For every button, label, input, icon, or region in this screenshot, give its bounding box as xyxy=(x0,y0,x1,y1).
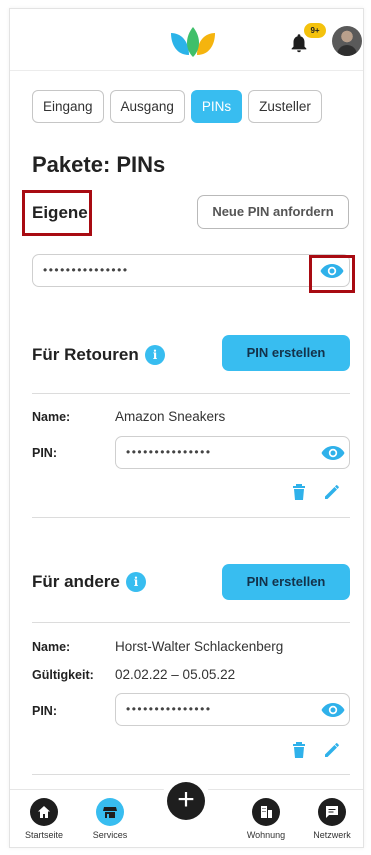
app-screen: 9+ Eingang Ausgang PINs Zusteller Pakete… xyxy=(9,8,364,848)
eigene-section-label: Eigene xyxy=(32,203,88,222)
others-pin-field[interactable]: ••••••••••••••• xyxy=(115,693,350,726)
nav-label-netzwerk: Netzwerk xyxy=(313,830,351,840)
returns-pin-label: PIN: xyxy=(32,446,57,460)
others-divider xyxy=(32,622,350,623)
app-header: 9+ xyxy=(10,9,363,71)
returns-pin-field[interactable]: ••••••••••••••• xyxy=(115,436,350,469)
others-info-icon[interactable]: i xyxy=(126,572,146,592)
own-pin-field[interactable]: ••••••••••••••• xyxy=(32,254,350,287)
returns-name-value: Amazon Sneakers xyxy=(115,409,226,424)
building-icon xyxy=(252,798,280,826)
add-button[interactable]: + xyxy=(167,782,205,820)
tab-eingang[interactable]: Eingang xyxy=(32,90,104,123)
returns-pin-value: ••••••••••••••• xyxy=(126,445,212,459)
returns-section-label: Für Retouren xyxy=(32,345,139,364)
others-create-pin-button[interactable]: PIN erstellen xyxy=(222,564,350,600)
app-logo xyxy=(171,27,215,57)
returns-show-pin-eye-icon[interactable] xyxy=(321,445,345,461)
returns-entry-divider xyxy=(32,517,350,518)
nav-label-wohnung: Wohnung xyxy=(246,830,286,840)
others-validity-label: Gültigkeit: xyxy=(32,668,94,682)
returns-divider xyxy=(32,393,350,394)
returns-delete-icon[interactable] xyxy=(290,483,308,501)
nav-label-services: Services xyxy=(92,830,128,840)
others-validity-value: 02.02.22 – 05.05.22 xyxy=(115,667,236,682)
chat-icon xyxy=(318,798,346,826)
tab-ausgang[interactable]: Ausgang xyxy=(109,90,185,123)
nav-startseite[interactable]: Startseite xyxy=(12,790,76,840)
others-section-label: Für andere xyxy=(32,572,120,591)
eye-highlight-box xyxy=(309,255,355,293)
fab-container: + xyxy=(161,776,211,826)
others-delete-icon[interactable] xyxy=(290,741,308,759)
user-avatar[interactable] xyxy=(332,26,362,56)
others-pin-value: ••••••••••••••• xyxy=(126,702,212,716)
returns-info-icon[interactable]: i xyxy=(145,345,165,365)
own-pin-value: ••••••••••••••• xyxy=(43,263,129,277)
nav-netzwerk[interactable]: Netzwerk xyxy=(300,790,363,840)
tab-bar: Eingang Ausgang PINs Zusteller xyxy=(32,90,322,123)
tab-pins[interactable]: PINs xyxy=(190,90,243,123)
nav-wohnung[interactable]: Wohnung xyxy=(234,790,298,840)
request-new-pin-button[interactable]: Neue PIN anfordern xyxy=(197,195,349,229)
notification-badge: 9+ xyxy=(304,23,326,38)
others-name-label: Name: xyxy=(32,640,71,654)
others-pin-label: PIN: xyxy=(32,704,57,718)
returns-name-label: Name: xyxy=(32,410,71,424)
page-title: Pakete: PINs xyxy=(32,152,166,177)
others-edit-icon[interactable] xyxy=(323,741,341,759)
store-icon xyxy=(96,798,124,826)
others-name-value: Horst-Walter Schlackenberg xyxy=(115,639,284,654)
others-entry-divider xyxy=(32,774,350,775)
nav-label-startseite: Startseite xyxy=(24,830,64,840)
returns-create-pin-button[interactable]: PIN erstellen xyxy=(222,335,350,371)
others-show-pin-eye-icon[interactable] xyxy=(321,702,345,718)
returns-edit-icon[interactable] xyxy=(323,483,341,501)
tab-zusteller[interactable]: Zusteller xyxy=(248,90,322,123)
home-icon xyxy=(30,798,58,826)
nav-services[interactable]: Services xyxy=(78,790,142,840)
bottom-navigation: Startseite Services + Wohnung Netzwerk xyxy=(10,776,363,847)
